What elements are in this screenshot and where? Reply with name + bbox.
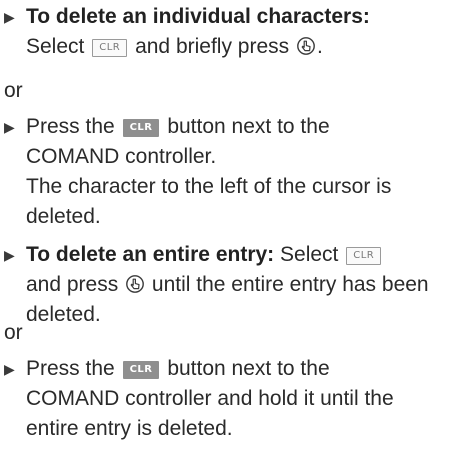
step-line: deleted. [26, 303, 101, 326]
step-text: Select [280, 243, 339, 266]
step-text: Select [26, 35, 85, 58]
step-text: . [317, 35, 323, 58]
step-line: and press until the entire entry has bee… [26, 270, 468, 300]
bullet-triangle-icon: ▶ [4, 247, 15, 263]
step-line: To delete an entire entry: Select CLR [26, 240, 468, 270]
or-separator: or [4, 321, 23, 344]
step-line: Select CLR and briefly press . [26, 32, 468, 62]
bullet-triangle-icon: ▶ [4, 361, 15, 377]
step-delete-character: ▶ To delete an individual characters: Se… [0, 2, 468, 62]
step-line: Press the CLR button next to the [26, 354, 468, 384]
clr-button-label: CLR [122, 361, 160, 379]
bullet-triangle-icon: ▶ [4, 119, 15, 135]
clr-button-label: CLR [122, 119, 160, 137]
step-text: and briefly press [135, 35, 290, 58]
clr-key-label: CLR [92, 39, 128, 57]
clr-key-label: CLR [346, 247, 382, 265]
step-press-hold-clr-button: ▶ Press the CLR button next to the COMAN… [0, 354, 468, 444]
step-line: entire entry is deleted. [26, 417, 233, 440]
step-text: button next to the [167, 357, 330, 380]
step-heading: To delete an entire entry: [26, 243, 275, 266]
step-text: button next to the [167, 115, 330, 138]
step-press-clr-button: ▶ Press the CLR button next to the COMAN… [0, 112, 468, 232]
step-text: Press the [26, 115, 115, 138]
step-line: COMAND controller and hold it until the [26, 387, 394, 410]
step-line: deleted. [26, 205, 101, 228]
or-separator: or [4, 79, 23, 102]
bullet-triangle-icon: ▶ [4, 9, 15, 25]
step-text: Press the [26, 357, 115, 380]
step-line: Press the CLR button next to the [26, 112, 468, 142]
step-line: COMAND controller. [26, 145, 217, 168]
instruction-page: ▶ To delete an individual characters: Se… [0, 0, 475, 449]
step-delete-entry: ▶ To delete an entire entry: Select CLR … [0, 240, 468, 330]
controller-press-icon [126, 275, 144, 293]
step-text: and press [26, 273, 119, 296]
step-heading: To delete an individual characters: [26, 5, 370, 28]
step-heading-line: To delete an individual characters: [26, 2, 468, 32]
controller-press-icon [297, 37, 315, 55]
step-line: The character to the left of the cursor … [26, 175, 392, 198]
step-text: until the entire entry has been [151, 273, 429, 296]
